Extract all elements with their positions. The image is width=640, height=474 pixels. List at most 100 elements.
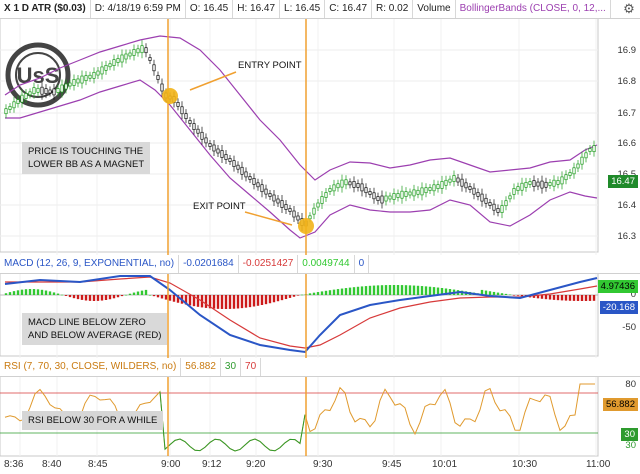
macd-histogram-bar — [228, 295, 232, 309]
price-candle — [8, 106, 12, 110]
macd-histogram-bar — [28, 289, 32, 295]
price-candle — [228, 158, 232, 162]
price-candle — [52, 88, 56, 96]
macd-histogram-bar — [8, 292, 12, 295]
macd-histogram-bar — [376, 285, 380, 295]
price-candle — [256, 182, 260, 188]
macd-study-label[interactable]: MACD (12, 26, 9, EXPONENTIAL, no) — [0, 255, 180, 273]
price-candle — [28, 91, 32, 96]
chart-canvas[interactable]: UsS — [0, 0, 640, 474]
macd-histogram-bar — [488, 291, 492, 295]
price-candle — [316, 202, 320, 208]
price-candle — [368, 191, 372, 195]
price-candle — [320, 196, 324, 204]
price-candle — [296, 215, 300, 221]
macd-histogram-bar — [156, 295, 160, 298]
price-candle — [592, 145, 596, 153]
price-candle — [108, 63, 112, 68]
macd-histogram-bar — [16, 290, 20, 295]
macd-histogram-bar — [296, 295, 300, 296]
price-candle — [24, 93, 28, 99]
macd-histogram-bar — [336, 289, 340, 295]
price-candle — [140, 45, 144, 54]
price-candle — [384, 195, 388, 202]
macd-histogram-bar — [340, 288, 344, 295]
low-label: L: 16.45 — [280, 0, 326, 18]
rsi-header-bar: RSI (7, 70, 30, CLOSE, WILDERS, no) 56.8… — [0, 358, 640, 377]
macd-note: MACD LINE BELOW ZERO AND BELOW AVERAGE (… — [22, 313, 168, 345]
price-candle — [460, 178, 464, 187]
time-tick: 10:01 — [432, 459, 458, 470]
macd-histogram-bar — [212, 295, 216, 309]
price-candle — [76, 78, 80, 84]
rsi-value: 56.882 — [181, 358, 221, 376]
macd-line-tag: -20.168 — [599, 301, 638, 314]
macd-note-line: AND BELOW AVERAGE (RED) — [28, 330, 162, 341]
price-candle — [240, 166, 244, 175]
macd-histogram-bar — [120, 295, 124, 297]
price-candle — [404, 191, 408, 197]
price-candle — [468, 186, 472, 190]
price-candle — [472, 187, 476, 195]
price-candle — [552, 179, 556, 187]
price-note: PRICE IS TOUCHING THE LOWER BB AS A MAGN… — [22, 142, 151, 174]
macd-histogram-bar — [520, 295, 524, 297]
macd-histogram-bar — [84, 295, 88, 301]
bollinger-study-label[interactable]: BollingerBands (CLOSE, 0, 12,... — [456, 0, 611, 18]
volume-toggle[interactable]: Volume — [413, 0, 456, 18]
macd-histogram-bar — [72, 295, 76, 299]
entry-point-label: ENTRY POINT — [238, 60, 302, 71]
price-candle — [576, 163, 580, 169]
macd-histogram-bar — [32, 289, 36, 295]
macd-histogram-bar — [364, 286, 368, 295]
price-candle — [156, 75, 160, 80]
macd-histogram-bar — [484, 290, 488, 295]
price-candle — [364, 187, 368, 194]
macd-histogram-bar — [88, 295, 92, 301]
price-candle — [452, 175, 456, 182]
last-price-tag: 16.47 — [608, 175, 638, 188]
macd-histogram-bar — [500, 293, 504, 295]
entry-marker — [162, 88, 178, 104]
price-candle — [400, 190, 404, 199]
price-tick: 16.3 — [617, 231, 637, 242]
macd-histogram-bar — [256, 295, 260, 306]
macd-histogram-bar — [152, 295, 156, 297]
macd-histogram-bar — [224, 295, 228, 309]
price-candle — [100, 66, 104, 75]
macd-value: -0.0201684 — [179, 255, 239, 273]
price-candle — [272, 194, 276, 202]
macd-histogram-bar — [560, 295, 564, 301]
macd-histogram-bar — [80, 295, 84, 300]
rsi-study-label[interactable]: RSI (7, 70, 30, CLOSE, WILDERS, no) — [0, 358, 182, 376]
exit-arrow — [244, 211, 293, 226]
macd-histogram-bar — [276, 295, 280, 302]
price-tick: 16.4 — [617, 200, 637, 211]
macd-histogram-bar — [248, 295, 252, 308]
price-candle — [104, 64, 108, 71]
price-candle — [120, 54, 124, 63]
symbol-label[interactable]: X 1 D ATR ($0.03) — [0, 0, 91, 18]
price-candle — [264, 188, 268, 195]
macd-tick: -50 — [622, 322, 636, 333]
macd-histogram-bar — [496, 292, 500, 295]
macd-histogram-bar — [280, 295, 284, 301]
chart-settings-gear-icon[interactable]: ⚙ — [622, 2, 636, 16]
time-tick: 9:00 — [161, 459, 181, 470]
price-candle — [252, 178, 256, 185]
macd-histogram-bar — [64, 295, 68, 296]
macd-histogram-bar — [60, 294, 64, 296]
price-candle — [332, 184, 336, 192]
rsi-oversold-segment — [159, 391, 306, 452]
macd-histogram-bar — [196, 295, 200, 307]
macd-histogram-bar — [404, 285, 408, 295]
price-candle — [380, 195, 384, 204]
price-candle — [500, 205, 504, 213]
time-tick: 8:36 — [4, 459, 24, 470]
macd-histogram-bar — [204, 295, 208, 308]
macd-histogram-bar — [332, 289, 336, 295]
price-candle — [36, 87, 40, 93]
macd-note-line: MACD LINE BELOW ZERO — [28, 317, 146, 328]
price-candle — [20, 94, 24, 103]
macd-histogram-bar — [140, 290, 144, 295]
